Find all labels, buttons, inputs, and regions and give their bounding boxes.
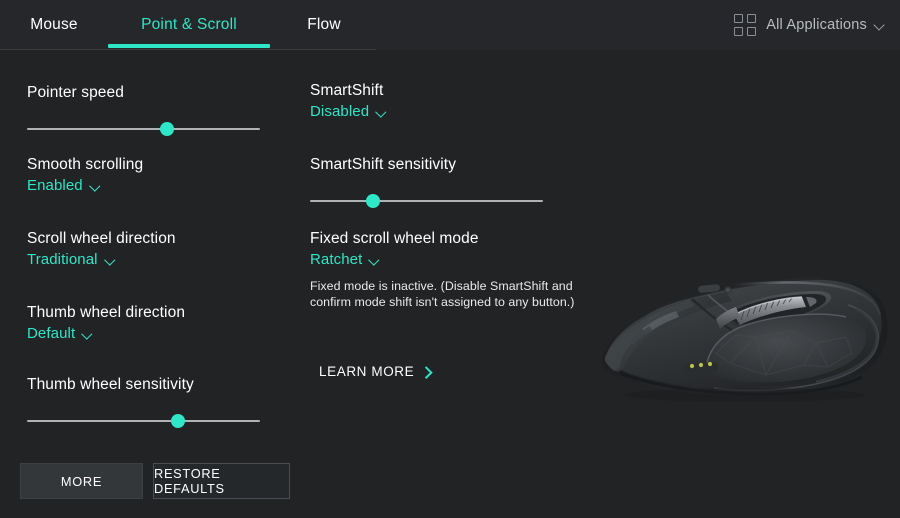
device-image-mouse (580, 245, 900, 415)
thumb-wheel-direction-dropdown[interactable]: Default (27, 324, 93, 344)
chevron-down-icon (376, 108, 387, 119)
fixed-scroll-wheel-mode-dropdown[interactable]: Ratchet (310, 250, 380, 270)
smartshift-dropdown[interactable]: Disabled (310, 102, 387, 122)
tab-mouse-label: Mouse (30, 16, 78, 33)
thumb-wheel-sensitivity-slider-track (27, 420, 260, 422)
chevron-down-icon (105, 256, 116, 267)
setting-pointer-speed: Pointer speed (27, 83, 260, 137)
header-divider (0, 49, 376, 50)
chevron-right-icon (421, 367, 431, 377)
setting-fixed-scroll-wheel-mode: Fixed scroll wheel mode Ratchet Fixed mo… (310, 229, 580, 310)
application-selector[interactable]: All Applications (734, 12, 886, 38)
smooth-scrolling-dropdown[interactable]: Enabled (27, 176, 101, 196)
setting-smartshift: SmartShift Disabled (310, 81, 387, 122)
chevron-down-icon (875, 20, 886, 31)
smartshift-sensitivity-slider-thumb[interactable] (365, 194, 380, 208)
learn-more-label: LEARN MORE (319, 364, 415, 379)
chevron-down-icon (90, 182, 101, 193)
setting-smartshift-sensitivity-title: SmartShift sensitivity (310, 156, 457, 173)
application-selector-label: All Applications (766, 17, 867, 33)
chevron-down-icon (369, 256, 380, 267)
setting-thumb-wheel-sensitivity: Thumb wheel sensitivity (27, 375, 260, 429)
restore-defaults-button[interactable]: RESTORE DEFAULTS (153, 463, 290, 499)
pointer-speed-slider-track (27, 128, 260, 130)
setting-thumb-wheel-direction-title: Thumb wheel direction (27, 304, 186, 321)
restore-defaults-button-label: RESTORE DEFAULTS (154, 466, 225, 496)
pointer-speed-slider-thumb[interactable] (159, 122, 174, 136)
tab-mouse[interactable]: Mouse (0, 0, 108, 50)
smartshift-value: Disabled (310, 103, 370, 120)
thumb-wheel-sensitivity-slider-thumb[interactable] (171, 414, 186, 428)
tab-point-and-scroll-label: Point & Scroll (141, 16, 237, 33)
setting-smartshift-title: SmartShift (310, 82, 384, 99)
thumb-wheel-direction-value: Default (27, 325, 76, 342)
chevron-down-icon (82, 330, 93, 341)
thumb-wheel-sensitivity-slider[interactable] (27, 413, 260, 429)
setting-fixed-scroll-wheel-mode-title: Fixed scroll wheel mode (310, 230, 479, 247)
header-bar: Mouse Point & Scroll Flow All Applicatio… (0, 0, 900, 50)
logitech-options-window: Mouse Point & Scroll Flow All Applicatio… (0, 0, 900, 518)
tab-point-and-scroll[interactable]: Point & Scroll (108, 0, 270, 50)
active-tab-indicator (108, 44, 270, 48)
setting-pointer-speed-title: Pointer speed (27, 84, 124, 101)
setting-smooth-scrolling-title: Smooth scrolling (27, 156, 144, 173)
setting-smooth-scrolling: Smooth scrolling Enabled (27, 155, 143, 196)
setting-thumb-wheel-sensitivity-title: Thumb wheel sensitivity (27, 376, 194, 393)
more-button[interactable]: MORE (20, 463, 143, 499)
smartshift-sensitivity-slider[interactable] (310, 193, 543, 209)
fixed-scroll-wheel-mode-value: Ratchet (310, 251, 363, 268)
scroll-wheel-direction-value: Traditional (27, 251, 98, 268)
tab-flow[interactable]: Flow (270, 0, 378, 50)
learn-more-link[interactable]: LEARN MORE (319, 363, 431, 381)
more-button-label: MORE (60, 473, 103, 489)
tab-bar: Mouse Point & Scroll Flow (0, 0, 378, 50)
grid-icon (734, 14, 757, 36)
setting-smartshift-sensitivity: SmartShift sensitivity (310, 155, 543, 209)
fixed-mode-helper-text: Fixed mode is inactive. (Disable SmartSh… (310, 279, 575, 309)
smooth-scrolling-value: Enabled (27, 177, 83, 194)
setting-thumb-wheel-direction: Thumb wheel direction Default (27, 303, 185, 344)
scroll-wheel-direction-dropdown[interactable]: Traditional (27, 250, 116, 270)
pointer-speed-slider[interactable] (27, 121, 260, 137)
setting-scroll-wheel-direction: Scroll wheel direction Traditional (27, 229, 176, 270)
smartshift-sensitivity-slider-track (310, 200, 543, 202)
tab-flow-label: Flow (307, 16, 341, 33)
setting-scroll-wheel-direction-title: Scroll wheel direction (27, 230, 176, 247)
